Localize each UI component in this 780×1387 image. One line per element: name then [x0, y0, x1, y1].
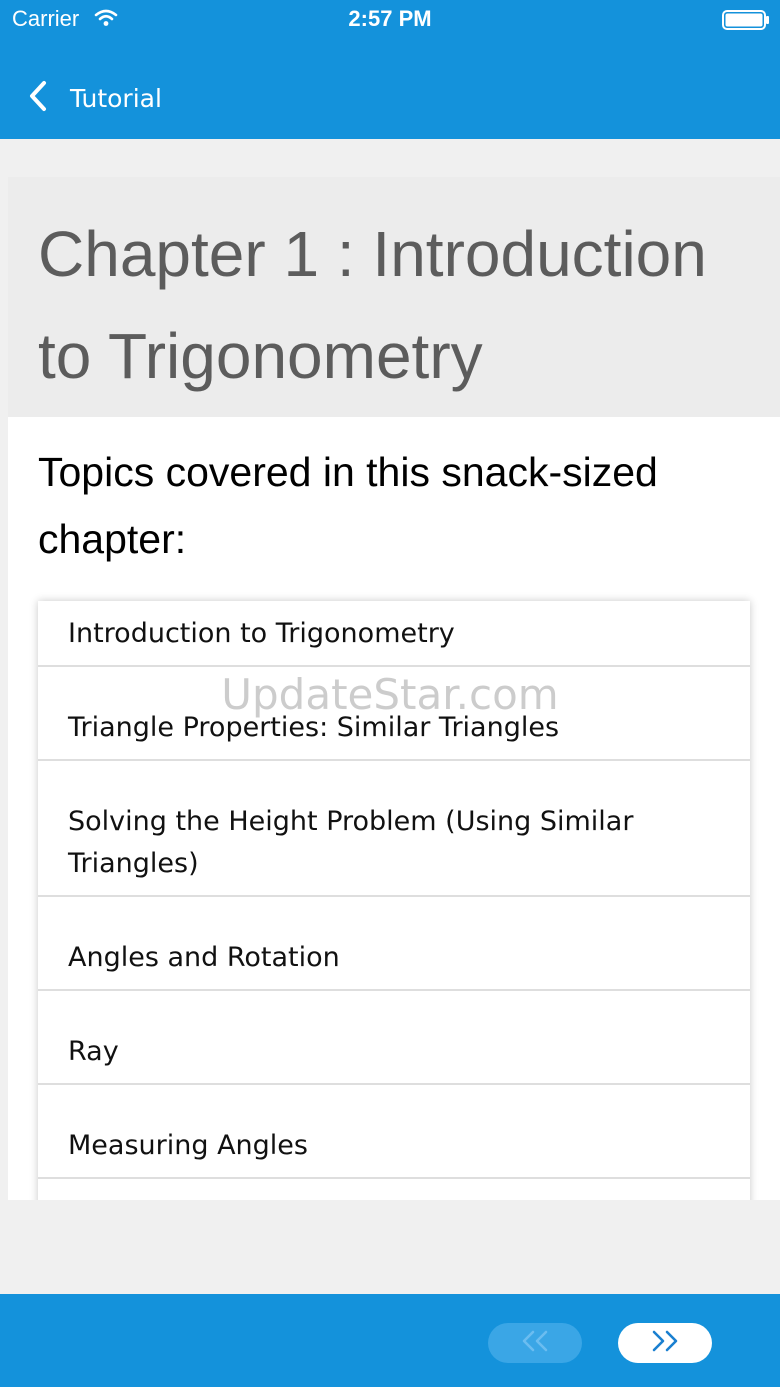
list-item[interactable]: Angles and Rotation [38, 897, 750, 991]
chapter-title: Chapter 1 : Introduction to Trigonometry [38, 218, 707, 392]
chevron-left-icon [28, 80, 48, 116]
chapter-content[interactable]: Chapter 1 : Introduction to Trigonometry… [8, 177, 780, 1200]
list-item[interactable]: Solving the Height Problem (Using Simila… [38, 761, 750, 897]
previous-page-button[interactable] [488, 1323, 582, 1363]
back-title: Tutorial [70, 83, 162, 113]
list-item-label: Triangle Properties: Similar Triangles [68, 712, 560, 743]
list-item[interactable]: Introduction to Trigonometry [38, 601, 750, 667]
list-item-label: Solving the Height Problem (Using Simila… [68, 806, 634, 879]
list-item[interactable]: Measuring Angles [38, 1085, 750, 1179]
list-item-label: Measuring Angles [68, 1130, 308, 1161]
topic-list: Introduction to Trigonometry Triangle Pr… [38, 601, 750, 1200]
navigation-bar: Tutorial [0, 40, 780, 139]
status-time: 2:57 PM [348, 6, 432, 31]
list-item-label: Introduction to Trigonometry [68, 618, 455, 649]
chapter-header: Chapter 1 : Introduction to Trigonometry [8, 177, 780, 417]
battery-icon [722, 10, 770, 34]
status-bar: Carrier 2:57 PM [0, 0, 780, 40]
list-item[interactable]: Triangle Properties: Similar Triangles [38, 667, 750, 761]
bottom-toolbar [0, 1294, 780, 1387]
topics-heading: Topics covered in this snack-sized chapt… [38, 449, 658, 562]
list-item-label: Angles and Rotation [68, 942, 340, 973]
list-item-label: Ray [68, 1036, 119, 1067]
double-chevron-right-icon [648, 1330, 682, 1356]
back-button[interactable]: Tutorial [28, 78, 162, 118]
double-chevron-left-icon [518, 1330, 552, 1356]
next-page-button[interactable] [618, 1323, 712, 1363]
list-item[interactable]: Ray [38, 991, 750, 1085]
